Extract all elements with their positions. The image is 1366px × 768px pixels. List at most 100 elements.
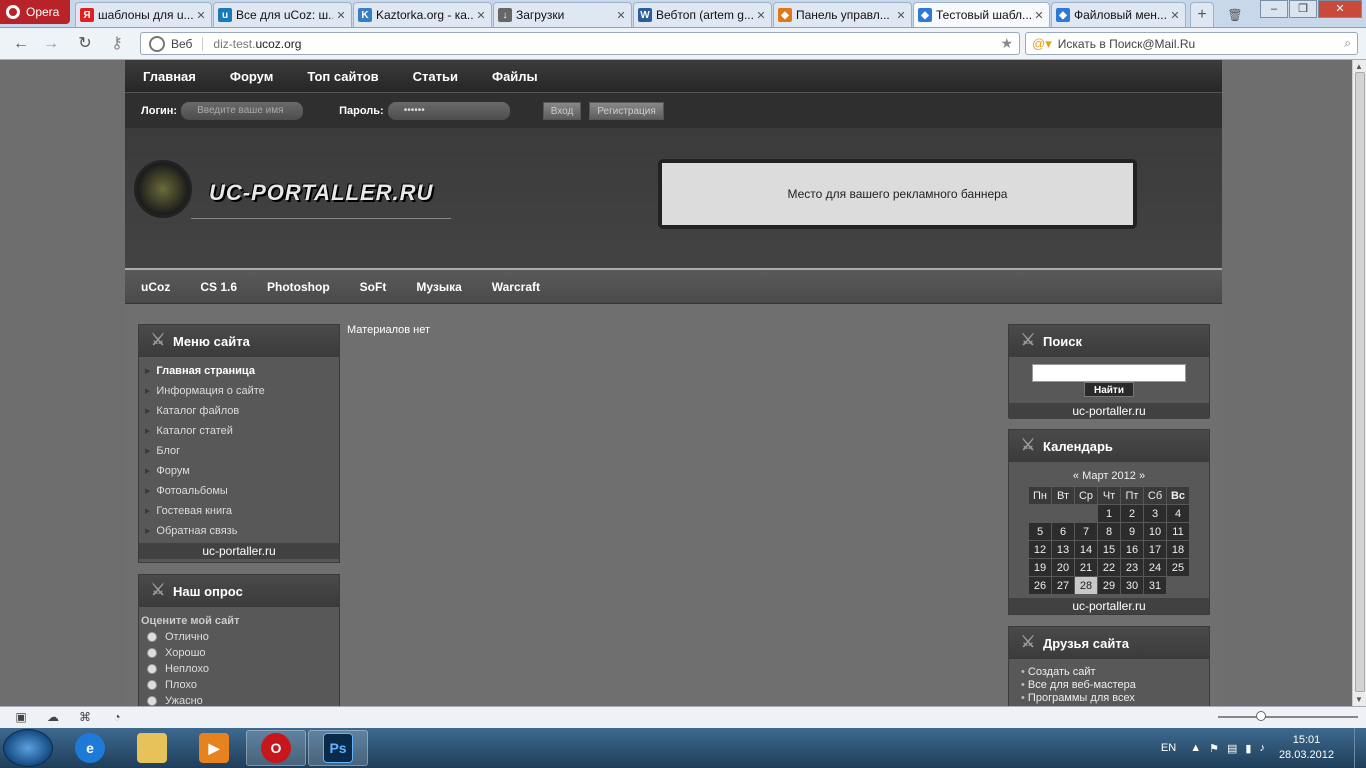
forward-button[interactable]: → bbox=[40, 34, 62, 54]
tab-0[interactable]: Яшаблоны для u... ✕ bbox=[75, 2, 212, 27]
back-button[interactable]: ← bbox=[10, 34, 32, 54]
category-nav-item[interactable]: Photoshop bbox=[267, 280, 330, 294]
calendar-day[interactable]: 26 bbox=[1029, 577, 1051, 594]
scroll-down-icon[interactable]: ▼ bbox=[1355, 695, 1363, 704]
tray-arrow-icon[interactable]: ▲ bbox=[1190, 742, 1201, 754]
friend-link[interactable]: Все для веб-мастера bbox=[1009, 679, 1209, 692]
calendar-day[interactable]: 27 bbox=[1052, 577, 1074, 594]
friend-link[interactable]: Создать сайт bbox=[1009, 666, 1209, 679]
calendar-day[interactable]: 9 bbox=[1121, 523, 1143, 540]
site-menu-item[interactable]: ▶ Обратная связь bbox=[139, 521, 339, 541]
tab-1[interactable]: u Все для uCoz: ш... ✕ bbox=[213, 2, 352, 27]
radio-button[interactable] bbox=[147, 680, 157, 690]
top-nav-item[interactable]: Форум bbox=[230, 69, 273, 84]
zoom-slider[interactable] bbox=[1218, 711, 1358, 722]
calendar-today[interactable]: 28 bbox=[1075, 577, 1097, 594]
ad-banner[interactable]: Место для вашего рекламного баннера bbox=[658, 159, 1137, 229]
site-menu-item[interactable]: ▶ Каталог статей bbox=[139, 421, 339, 441]
tab-close-icon[interactable]: ✕ bbox=[335, 9, 347, 22]
page-scrollbar[interactable]: ▲ ▼ bbox=[1352, 60, 1366, 706]
category-nav-item[interactable]: Warcraft bbox=[492, 280, 540, 294]
taskbar-media-player[interactable]: ▶ bbox=[184, 730, 244, 766]
site-search-button[interactable]: Найти bbox=[1084, 382, 1134, 397]
calendar-day[interactable]: 14 bbox=[1075, 541, 1097, 558]
calendar-day[interactable]: 20 bbox=[1052, 559, 1074, 576]
bookmark-star-icon[interactable]: ★ bbox=[1000, 35, 1013, 52]
login-input[interactable]: Введите ваше имя bbox=[181, 101, 304, 120]
site-menu-item[interactable]: ▶ Блог bbox=[139, 441, 339, 461]
calendar-day[interactable]: 19 bbox=[1029, 559, 1051, 576]
site-menu-item[interactable]: ▶ Гостевая книга bbox=[139, 501, 339, 521]
poll-option[interactable]: Отлично bbox=[139, 629, 339, 645]
calendar-prev-button[interactable]: « bbox=[1073, 470, 1079, 482]
tab-2[interactable]: K Kaztorka.org - ка... ✕ bbox=[353, 2, 492, 27]
category-nav-item[interactable]: SoFt bbox=[360, 280, 387, 294]
calendar-day[interactable]: 23 bbox=[1121, 559, 1143, 576]
calendar-day[interactable]: 13 bbox=[1052, 541, 1074, 558]
poll-option[interactable]: Хорошо bbox=[139, 645, 339, 661]
calendar-day[interactable]: 25 bbox=[1167, 559, 1189, 576]
calendar-day[interactable]: 6 bbox=[1052, 523, 1074, 540]
calendar-day[interactable]: 1 bbox=[1098, 505, 1120, 522]
calendar-day[interactable]: 12 bbox=[1029, 541, 1051, 558]
top-nav-item[interactable]: Статьи bbox=[413, 69, 458, 84]
poll-option[interactable]: Ужасно bbox=[139, 693, 339, 706]
tab-close-icon[interactable]: ✕ bbox=[195, 9, 207, 22]
speed-dial-icon[interactable]: ◔ bbox=[106, 710, 128, 726]
radio-button[interactable] bbox=[147, 632, 157, 642]
calendar-day[interactable]: 29 bbox=[1098, 577, 1120, 594]
reload-button[interactable]: ↻ bbox=[74, 34, 96, 54]
friend-link[interactable]: Программы для всех bbox=[1009, 692, 1209, 705]
tab-close-icon[interactable]: ✕ bbox=[755, 9, 767, 22]
calendar-day[interactable]: 21 bbox=[1075, 559, 1097, 576]
category-nav-item[interactable]: CS 1.6 bbox=[200, 280, 237, 294]
calendar-day[interactable]: 3 bbox=[1144, 505, 1166, 522]
close-window-button[interactable]: ✕ bbox=[1318, 0, 1362, 18]
calendar-day[interactable]: 7 bbox=[1075, 523, 1097, 540]
tab-close-icon[interactable]: ✕ bbox=[1033, 9, 1045, 22]
new-tab-button[interactable]: + bbox=[1190, 2, 1214, 27]
calendar-day[interactable]: 18 bbox=[1167, 541, 1189, 558]
site-logo[interactable]: UC-PORTALLER.RU bbox=[209, 180, 433, 206]
top-nav-item[interactable]: Главная bbox=[143, 69, 196, 84]
calendar-day[interactable]: 11 bbox=[1167, 523, 1189, 540]
poll-option[interactable]: Неплохо bbox=[139, 661, 339, 677]
calendar-day[interactable]: 2 bbox=[1121, 505, 1143, 522]
taskbar-ie[interactable]: e bbox=[60, 730, 120, 766]
tab-close-icon[interactable]: ✕ bbox=[1169, 9, 1181, 22]
tab-close-icon[interactable]: ✕ bbox=[615, 9, 627, 22]
calendar-day[interactable]: 4 bbox=[1167, 505, 1189, 522]
register-button[interactable]: Регистрация bbox=[589, 101, 664, 120]
device-icon[interactable]: ▤ bbox=[1227, 742, 1237, 755]
taskbar-opera[interactable]: O bbox=[246, 730, 306, 766]
calendar-day[interactable]: 5 bbox=[1029, 523, 1051, 540]
site-menu-item[interactable]: ▶ Главная страница bbox=[139, 361, 339, 381]
key-icon[interactable]: ⚷ bbox=[106, 34, 128, 54]
language-indicator[interactable]: EN bbox=[1161, 742, 1176, 754]
volume-icon[interactable]: ♪ bbox=[1259, 742, 1265, 754]
start-button[interactable] bbox=[3, 729, 53, 767]
top-nav-item[interactable]: Файлы bbox=[492, 69, 538, 84]
top-nav-item[interactable]: Топ сайтов bbox=[307, 69, 378, 84]
tab-close-icon[interactable]: ✕ bbox=[475, 9, 487, 22]
site-menu-item[interactable]: ▶ Информация о сайте bbox=[139, 381, 339, 401]
radio-button[interactable] bbox=[147, 696, 157, 706]
radio-button[interactable] bbox=[147, 664, 157, 674]
panel-toggle-icon[interactable]: ▣ bbox=[10, 710, 32, 726]
tab-6[interactable]: ◆ Тестовый шабл... ✕ bbox=[913, 2, 1050, 27]
category-nav-item[interactable]: Музыка bbox=[416, 280, 461, 294]
site-menu-item[interactable]: ▶ Фотоальбомы bbox=[139, 481, 339, 501]
tab-close-icon[interactable]: ✕ bbox=[895, 9, 907, 22]
network-signal-icon[interactable]: ▮ bbox=[1245, 742, 1251, 755]
maximize-button[interactable]: ❐ bbox=[1289, 0, 1317, 18]
show-desktop-button[interactable] bbox=[1354, 728, 1366, 768]
scroll-up-icon[interactable]: ▲ bbox=[1355, 62, 1363, 71]
tab-7[interactable]: ◆ Файловый мен... ✕ bbox=[1051, 2, 1186, 27]
login-submit-button[interactable]: Вход bbox=[542, 101, 582, 120]
site-menu-item[interactable]: ▶ Каталог файлов bbox=[139, 401, 339, 421]
calendar-day[interactable]: 15 bbox=[1098, 541, 1120, 558]
taskbar-photoshop[interactable]: Ps bbox=[308, 730, 368, 766]
site-menu-item[interactable]: ▶ Форум bbox=[139, 461, 339, 481]
calendar-day[interactable]: 17 bbox=[1144, 541, 1166, 558]
taskbar-explorer[interactable] bbox=[122, 730, 182, 766]
